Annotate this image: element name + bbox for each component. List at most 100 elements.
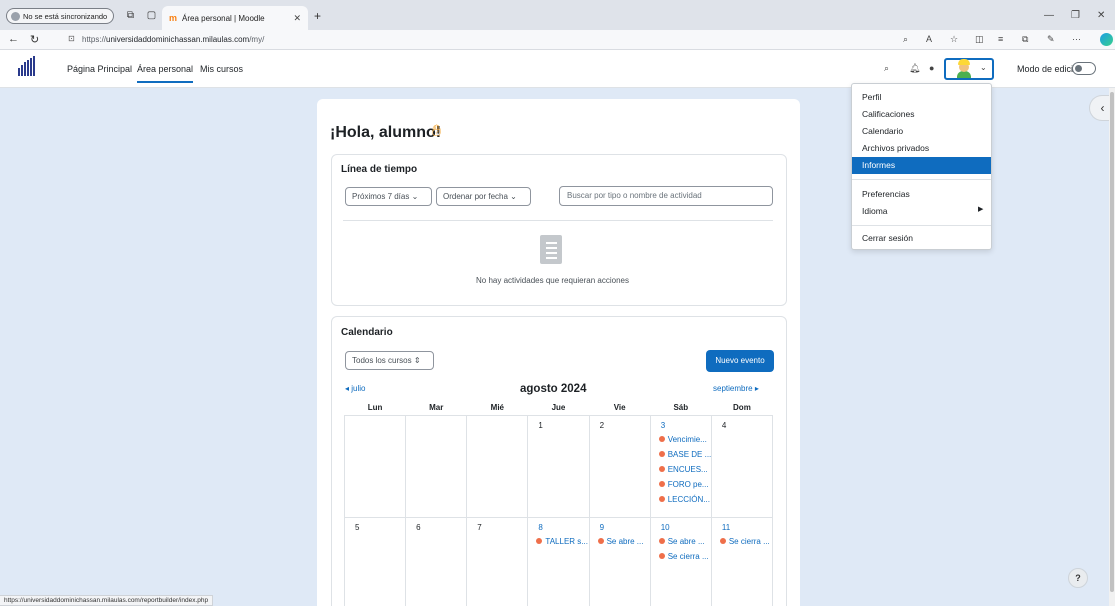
back-icon[interactable]: ← [8,33,19,45]
timeline-search-input[interactable]: Buscar por tipo o nombre de actividad [559,186,773,206]
menu-item-profile[interactable]: Perfil [852,89,991,106]
calendar-day-cell[interactable]: 9 Se abre ... [588,516,651,606]
menu-item-calendar[interactable]: Calendario [852,123,991,140]
event-dot-icon [658,435,665,442]
page-scrollbar[interactable] [1109,88,1115,606]
restore-icon[interactable]: ❐ [1071,10,1080,21]
avatar [955,59,973,78]
day-number[interactable]: 9 [600,523,650,534]
event-dot-icon [719,537,726,544]
timeline-empty-text: No hay actividades que requieran accione… [476,276,629,285]
weekday-header: Vie [589,400,651,416]
moodle-favicon-icon: m [169,13,178,23]
timeline-days-select[interactable]: Próximos 7 días ⌄ [345,187,432,206]
tab-title: Área personal | Moodle [182,13,265,23]
calendar-day-cell[interactable]: 2 [588,414,651,518]
read-aloud-icon[interactable]: A [926,34,932,44]
event-dot-icon [536,537,543,544]
calendar-event[interactable]: ENCUES... [658,462,711,477]
notifications-icon[interactable]: 🔔︎ [909,63,920,74]
menu-item-preferences[interactable]: Preferencias [852,186,991,203]
menu-item-language[interactable]: Idioma [852,203,991,220]
calendar-day-cell[interactable]: 1 [527,414,590,518]
calendar-event[interactable]: BASE DE ... [658,447,711,462]
menu-item-reports[interactable]: Informes [852,157,991,174]
day-number: 7 [477,522,482,532]
lock-icon[interactable]: ⊡ [68,34,75,43]
calendar-event[interactable]: Se cierra ... [658,549,711,564]
day-number [416,421,466,432]
day-number[interactable]: 8 [538,523,588,534]
course-filter-select[interactable]: Todos los cursos ⇕ [345,351,434,370]
day-number: 6 [416,522,421,532]
split-screen-icon[interactable]: ◫ [975,34,984,45]
search-page-icon[interactable]: ⌕ [903,34,908,45]
calendar-event[interactable]: LECCIÓN... [658,492,711,507]
calendar-event[interactable]: Se abre ... [658,534,711,549]
workspaces-icon[interactable]: ⧉ [125,10,136,21]
weekday-header: Mar [405,400,467,416]
close-tab-icon[interactable]: ✕ [293,13,301,24]
page-title: ¡Hola, alumno! [330,124,442,141]
new-tab-icon[interactable]: + [314,9,321,23]
address-bar: ← ↻ ⊡ https://universidaddominichassan.m… [0,30,1115,50]
event-label: ENCUES... [667,464,708,474]
more-icon[interactable]: ··· [1072,34,1081,44]
nav-dashboard[interactable]: Área personal [137,64,194,83]
timeline-sort-select[interactable]: Ordenar por fecha ⌄ [436,187,531,206]
favorites-bar-icon[interactable]: ≡ [998,34,1003,44]
menu-item-private-files[interactable]: Archivos privados [852,140,991,157]
weekday-header: Dom [711,400,773,416]
menu-item-logout[interactable]: Cerrar sesión [852,230,991,247]
event-label: BASE DE ... [667,449,711,459]
minimize-icon[interactable]: — [1044,10,1054,21]
messages-icon[interactable]: ● [929,63,934,73]
calendar-day-cell[interactable]: 3 Vencimie... BASE DE ... ENCUES... FORO pe.… [649,414,712,518]
search-icon[interactable]: ⌕ [884,63,889,74]
next-month-link[interactable]: septiembre ▸ [713,384,759,393]
calendar-day-cell[interactable]: 8 TALLER s... [527,516,590,606]
copilot-icon[interactable] [1100,33,1113,46]
site-logo[interactable] [18,56,36,82]
url-prefix: https:// [82,35,107,44]
scrollbar-thumb[interactable] [1110,92,1114,592]
day-number[interactable]: 10 [661,523,711,534]
calendar-day-cell[interactable]: 4 [710,414,774,518]
calendar-day-cell[interactable]: 7 [466,516,529,606]
url-field[interactable]: https://universidaddominichassan.milaula… [82,35,264,44]
calendar-day-cell[interactable]: 11 Se cierra ... [710,516,774,606]
url-host: universidaddominichassan.milaulas.com [106,35,250,44]
calendar-day-cell[interactable]: 5 [343,516,407,606]
event-label: Se cierra ... [728,536,770,546]
calendar-event[interactable]: Se cierra ... [719,534,772,549]
calendar-day-cell[interactable]: 6 [405,516,468,606]
user-menu-dropdown: Perfil Calificaciones Calendario Archivo… [851,83,992,250]
day-number[interactable]: 3 [661,421,711,432]
calendar-day-cell[interactable]: 10 Se abre ... Se cierra ... [649,516,712,606]
profile-sync-button[interactable]: No se está sincronizando [6,8,115,24]
calendar-event[interactable]: Vencimie... [658,432,711,447]
nav-my-courses[interactable]: Mis cursos [200,64,243,74]
chevron-down-icon: ⌄ [980,63,987,72]
calendar-event[interactable]: TALLER s... [536,534,588,549]
menu-item-grades[interactable]: Calificaciones [852,106,991,123]
day-number[interactable]: 11 [722,523,772,534]
tab-actions-icon[interactable]: ▢ [146,10,157,21]
calendar-event[interactable]: Se abre ... [597,534,650,549]
edit-mode-toggle[interactable] [1072,62,1096,75]
tab-moodle[interactable]: m Área personal | Moodle ✕ [162,6,308,30]
divider [343,220,773,221]
event-dot-icon [597,537,604,544]
nav-home[interactable]: Página Principal [67,64,132,74]
calendar-event[interactable]: FORO pe... [658,477,711,492]
refresh-icon[interactable]: ↻ [30,33,39,46]
sync-label: No se está sincronizando [23,11,108,21]
event-dot-icon [658,537,665,544]
extensions-icon[interactable]: ✎ [1047,34,1055,45]
close-window-icon[interactable]: ✕ [1097,10,1105,21]
new-event-button[interactable]: Nuevo evento [706,350,774,372]
help-button[interactable]: ? [1068,568,1088,588]
collections-icon[interactable]: ⧉ [1022,34,1028,45]
prev-month-link[interactable]: ◂ julio [345,384,365,393]
favorite-icon[interactable]: ☆ [950,34,958,45]
